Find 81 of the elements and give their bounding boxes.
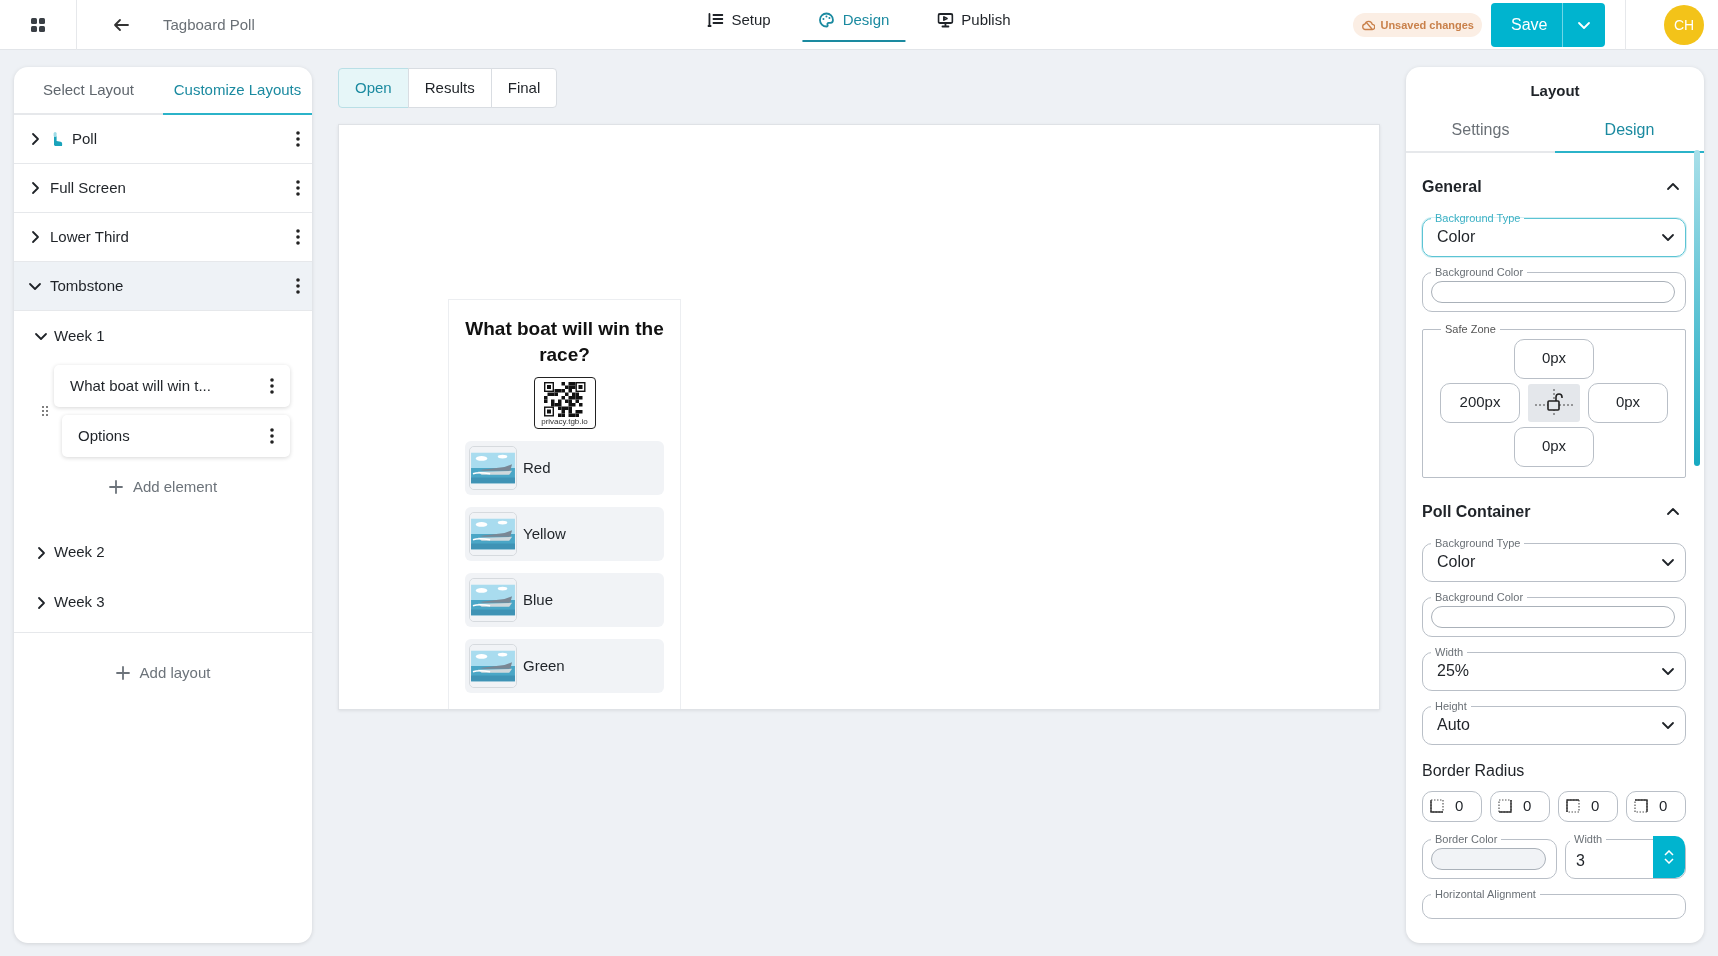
- plus-icon: [108, 480, 123, 495]
- layout-name: Tombstone: [50, 275, 125, 296]
- panel-tab[interactable]: Design: [1555, 108, 1704, 153]
- stage-tab[interactable]: Open: [338, 68, 409, 108]
- radius-input[interactable]: 0: [1558, 790, 1618, 822]
- link-toggle[interactable]: [1528, 383, 1580, 422]
- stage-tab[interactable]: Final: [490, 68, 558, 108]
- unsaved-badge: Unsaved changes: [1353, 12, 1482, 38]
- grid-icon[interactable]: [30, 17, 46, 33]
- palette-icon: [818, 12, 835, 28]
- more-icon[interactable]: [296, 180, 300, 196]
- corner-icon: [1429, 798, 1445, 814]
- poll-question: What boat will win the race?: [465, 317, 664, 367]
- padding-input[interactable]: 200px: [1440, 382, 1520, 423]
- radius-input[interactable]: 0: [1422, 790, 1482, 822]
- more-icon[interactable]: [270, 378, 274, 394]
- element-name: Options: [78, 425, 130, 446]
- layout-name: Full Screen: [50, 177, 127, 198]
- up-icon: [1664, 849, 1674, 856]
- layout-name: Poll: [72, 128, 98, 149]
- panel-tab[interactable]: Settings: [1406, 108, 1555, 153]
- safe-zone-group: Safe Zone 0px 200px 0px 0px: [1422, 323, 1686, 478]
- color-field[interactable]: Background Color: [1422, 266, 1686, 312]
- select-field[interactable]: Width 25%: [1422, 646, 1686, 691]
- page-title: Tagboard Poll: [163, 14, 255, 35]
- corner-icon: [1565, 798, 1581, 814]
- padding-input[interactable]: 0px: [1588, 382, 1668, 423]
- qr-code-icon: [542, 381, 587, 419]
- qr-caption: privacy.tgb.io: [541, 418, 588, 427]
- section-header[interactable]: Poll Container: [1422, 485, 1686, 538]
- element-item[interactable]: Options: [62, 415, 290, 457]
- padding-input[interactable]: 0px: [1514, 426, 1594, 467]
- corner-icon: [1497, 798, 1513, 814]
- panel-tab[interactable]: Select Layout: [14, 67, 163, 115]
- monitor-icon: [937, 12, 954, 28]
- element-name: What boat will win t...: [70, 375, 211, 396]
- option-label: Blue: [523, 590, 554, 611]
- layout-row[interactable]: Poll: [14, 115, 312, 164]
- down-icon: [1664, 857, 1674, 864]
- lock-icon: [1534, 387, 1574, 418]
- nav-tab[interactable]: Setup: [691, 0, 787, 42]
- radius-input[interactable]: 0: [1490, 790, 1550, 822]
- stage-tab[interactable]: Results: [407, 68, 492, 108]
- list-icon: [707, 12, 724, 28]
- option-label: Green: [523, 656, 565, 677]
- select-field[interactable]: Background Type Color: [1422, 212, 1686, 257]
- color-field[interactable]: Border Color: [1422, 833, 1557, 879]
- select-field[interactable]: Height Auto: [1422, 700, 1686, 745]
- cloud-icon: [1361, 19, 1376, 31]
- color-field[interactable]: Background Color: [1422, 591, 1686, 637]
- panel-tab[interactable]: Customize Layouts: [163, 67, 312, 115]
- layout-row[interactable]: Tombstone: [14, 262, 312, 311]
- drag-handle-icon[interactable]: [42, 406, 48, 416]
- add-layout-button[interactable]: Add layout: [109, 660, 217, 685]
- more-icon[interactable]: [296, 229, 300, 245]
- back-arrow-icon[interactable]: [113, 18, 129, 32]
- add-element-button[interactable]: Add element: [102, 475, 224, 500]
- section-header[interactable]: General: [1422, 160, 1686, 213]
- scrollbar-thumb[interactable]: [1694, 150, 1700, 466]
- more-icon[interactable]: [296, 131, 300, 147]
- option-label: Red: [523, 458, 551, 479]
- layout-row[interactable]: Full Screen: [14, 164, 312, 213]
- nav-tab[interactable]: Publish: [921, 0, 1027, 42]
- more-icon[interactable]: [296, 278, 300, 294]
- number-field[interactable]: Width 3: [1565, 833, 1686, 879]
- select-field[interactable]: Background Type Color: [1422, 537, 1686, 582]
- more-icon[interactable]: [270, 428, 274, 444]
- radius-input[interactable]: 0: [1626, 790, 1686, 822]
- panel-title: Layout: [1529, 81, 1581, 101]
- nav-tab[interactable]: Design: [802, 0, 906, 42]
- field-label: Border Radius: [1422, 760, 1526, 781]
- element-item[interactable]: What boat will win t...: [54, 365, 290, 407]
- select-field[interactable]: Horizontal Alignment: [1422, 888, 1686, 919]
- option-label: Yellow: [523, 524, 566, 545]
- week-row[interactable]: Week 3: [14, 577, 312, 628]
- padding-input[interactable]: 0px: [1514, 338, 1594, 379]
- corner-icon: [1633, 798, 1649, 814]
- plus-icon: [115, 665, 130, 680]
- week-row[interactable]: Week 2: [14, 527, 312, 578]
- week-row[interactable]: Week 1: [14, 311, 312, 361]
- layout-name: Lower Third: [50, 226, 130, 247]
